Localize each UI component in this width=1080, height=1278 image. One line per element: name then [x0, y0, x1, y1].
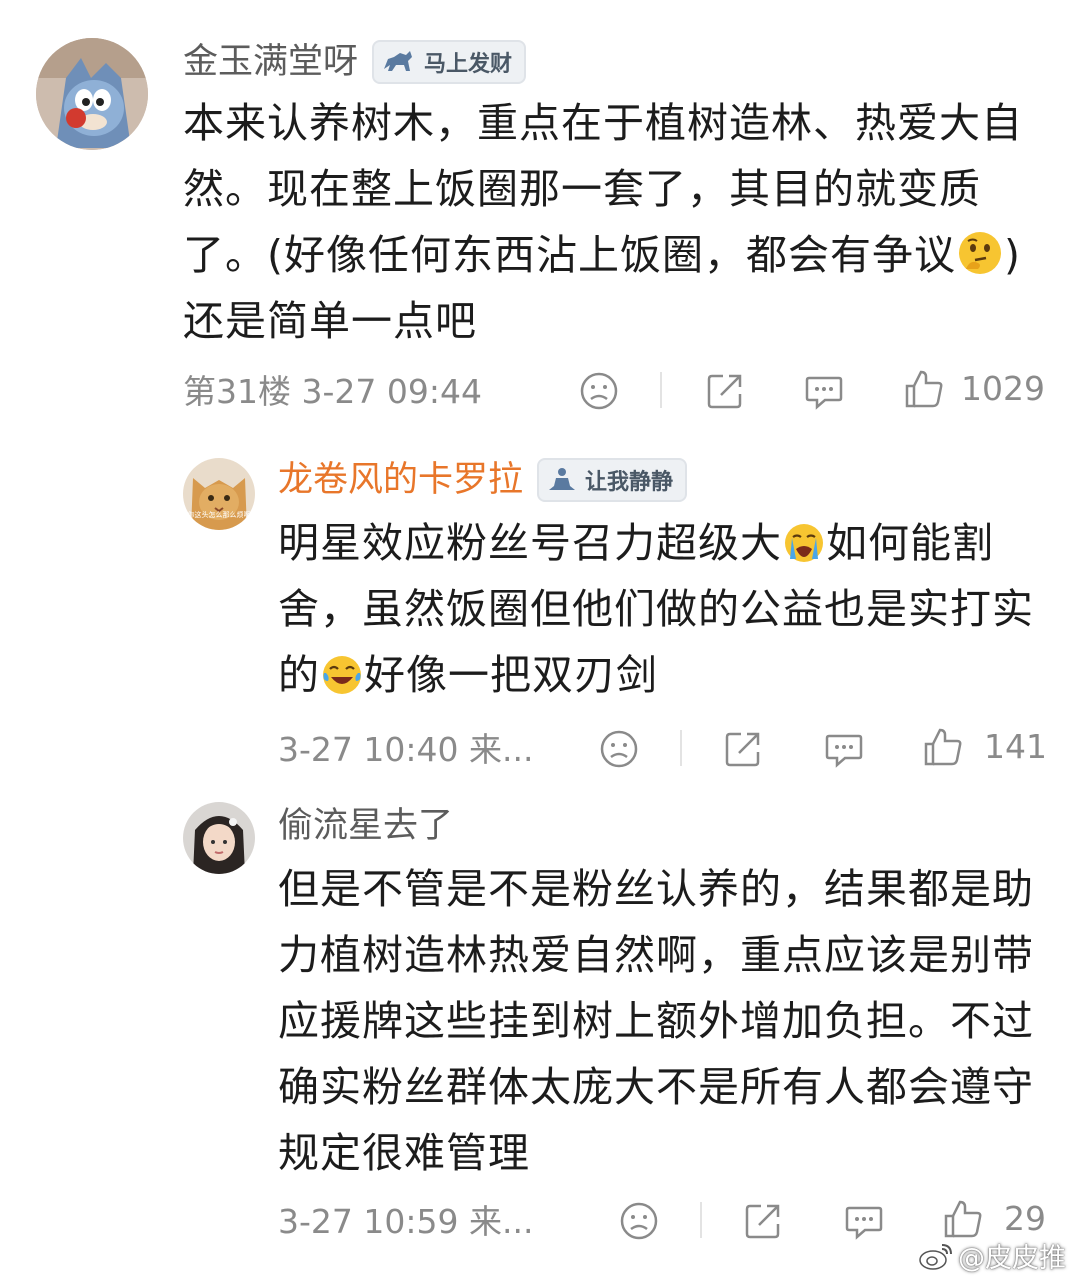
reply-meta: 3-27 10:59 来... — [278, 1202, 534, 1241]
action-divider — [660, 372, 662, 408]
like-button[interactable]: 1029 — [903, 368, 1045, 410]
like-count: 141 — [984, 727, 1047, 766]
share-icon — [725, 732, 760, 767]
like-count: 1029 — [961, 369, 1045, 408]
comment-button[interactable] — [803, 370, 845, 412]
crying-face-icon — [785, 524, 823, 562]
username[interactable]: 偷流星去了 — [278, 806, 453, 846]
badge-label: 马上发财 — [424, 52, 513, 77]
reply-text-part: 明星效应粉丝号召力超级大 — [278, 519, 782, 567]
reply-text-part: 好像一把双刃剑 — [364, 651, 658, 699]
like-button[interactable]: 141 — [922, 726, 1047, 768]
avatar-image — [183, 802, 255, 874]
thinking-face-icon — [959, 232, 1001, 274]
badge-label: 让我静静 — [585, 470, 674, 495]
watermark: @皮皮推 — [918, 1236, 1066, 1275]
like-icon — [905, 370, 943, 408]
user-badge[interactable]: 马上发财 — [372, 40, 527, 84]
comment-icon — [825, 734, 863, 768]
share-button[interactable] — [742, 1200, 784, 1242]
action-divider — [680, 730, 682, 766]
username[interactable]: 龙卷风的卡罗拉 — [278, 460, 523, 500]
share-button[interactable] — [704, 370, 746, 412]
user-badge[interactable]: 让我静静 — [537, 458, 688, 502]
avatar-image — [36, 38, 148, 150]
avatar[interactable] — [36, 38, 148, 150]
avatar[interactable]: 你这头怎么那么烦啊 — [183, 458, 255, 530]
reply-text: 但是不管是不是粉丝认养的，结果都是助力植树造林热爱自然啊，重点应该是别带应援牌这… — [278, 865, 1034, 1177]
reply-meta: 3-27 10:40 来... — [278, 730, 534, 769]
comment-button[interactable] — [823, 728, 865, 770]
laughing-tears-face-icon — [323, 656, 361, 694]
avatar[interactable] — [183, 802, 255, 874]
dislike-icon — [580, 372, 618, 410]
like-icon — [924, 728, 962, 766]
meditating-person-icon — [549, 468, 576, 490]
dislike-button[interactable] — [618, 1200, 660, 1242]
comment-text: 本来认养树木，重点在于植树造林、热爱大自然。现在整上饭圈那一套了，其目的就变质了… — [183, 90, 1053, 354]
comment-button[interactable] — [843, 1200, 885, 1242]
like-count: 29 — [1004, 1199, 1046, 1238]
horse-icon — [384, 51, 413, 71]
share-icon — [745, 1204, 780, 1239]
comment-text-part: 本来认养树木，重点在于植树造林、热爱大自然。现在整上饭圈那一套了，其目的就变质了… — [183, 99, 1023, 279]
share-button[interactable] — [722, 728, 764, 770]
reply-text: 明星效应粉丝号召力超级大 如何能割舍，虽然饭圈但他们做的公益也是实打实的 好像一… — [278, 510, 1053, 708]
action-divider — [700, 1202, 702, 1238]
weibo-logo-icon — [919, 1243, 952, 1270]
watermark-text: @皮皮推 — [958, 1243, 1066, 1274]
comment-icon — [805, 376, 843, 410]
comment-meta: 第31楼 3-27 09:44 — [183, 372, 482, 411]
like-button[interactable]: 29 — [942, 1198, 1046, 1240]
dislike-button[interactable] — [578, 370, 620, 412]
like-icon — [944, 1200, 982, 1238]
dislike-button[interactable] — [598, 728, 640, 770]
avatar-caption: 你这头怎么那么烦啊 — [187, 511, 251, 519]
username[interactable]: 金玉满堂呀 — [183, 42, 358, 82]
dislike-icon — [620, 1202, 658, 1240]
comment-icon — [845, 1206, 883, 1240]
dislike-icon — [600, 730, 638, 768]
share-icon — [707, 374, 742, 409]
